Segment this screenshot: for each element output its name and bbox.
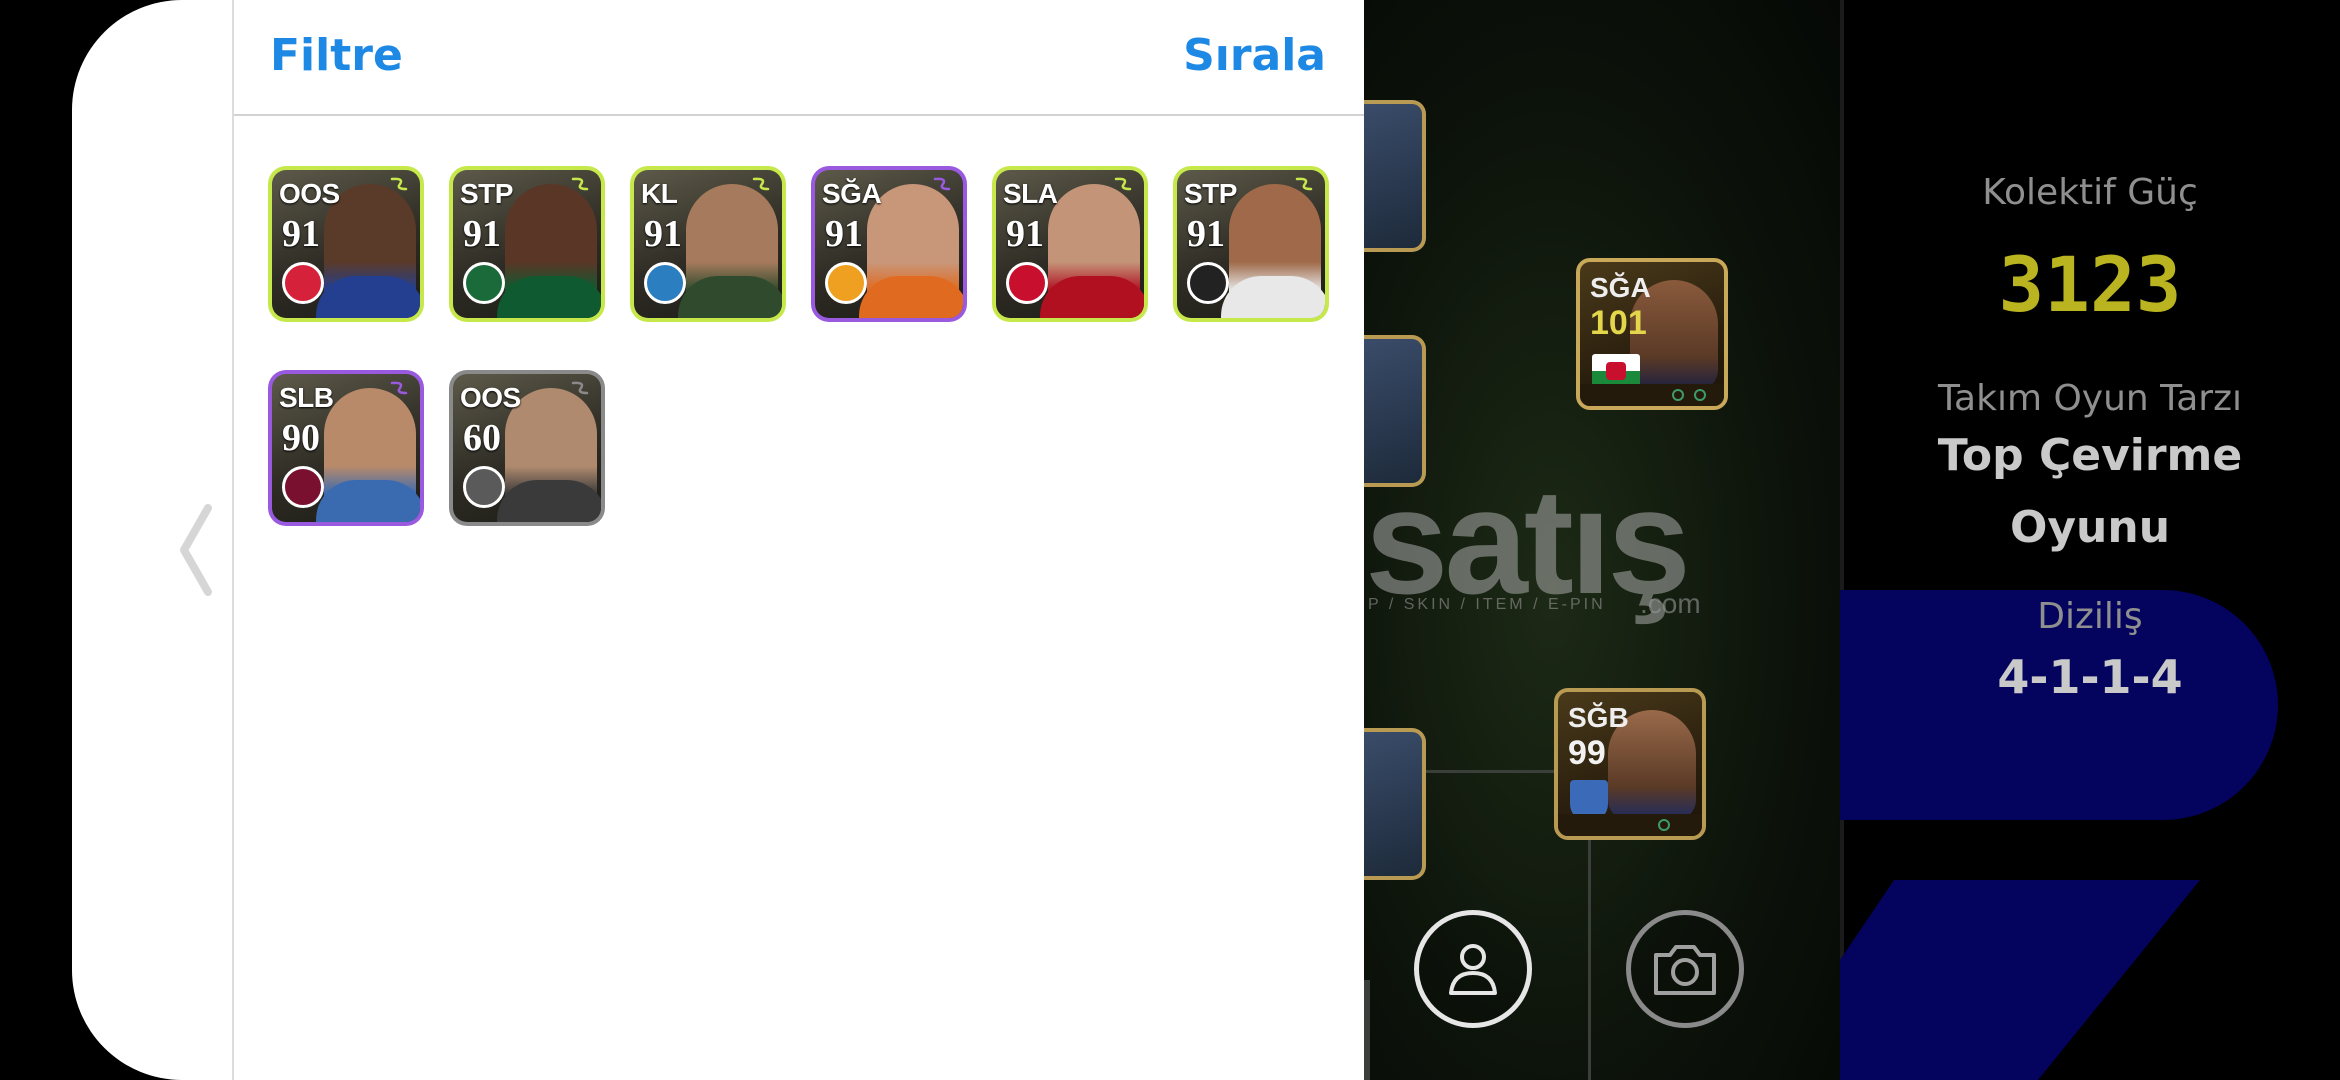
player-card[interactable]: STP 91 bbox=[1173, 166, 1329, 322]
camera-button[interactable] bbox=[1626, 910, 1744, 1028]
card-body: STP 91 bbox=[1177, 170, 1325, 318]
card-position: OOS bbox=[279, 178, 340, 209]
formation-value: 4-1-1-4 bbox=[1997, 650, 2183, 704]
background-player-card[interactable] bbox=[1360, 728, 1426, 880]
background-player-card[interactable]: SĞB 99 bbox=[1554, 688, 1706, 840]
card-rating: 91 bbox=[1187, 213, 1225, 255]
card-position: SĞA bbox=[822, 178, 882, 209]
wales-flag-icon bbox=[1592, 354, 1640, 388]
club-badge-icon bbox=[1187, 262, 1229, 304]
card-position: SĞA bbox=[1590, 272, 1651, 303]
formation-label: Diziliş bbox=[2037, 596, 2143, 637]
card-rating: 60 bbox=[463, 417, 501, 459]
card-position: OOS bbox=[460, 382, 521, 413]
card-position: KL bbox=[641, 178, 678, 209]
player-card[interactable]: OOS 91 bbox=[268, 166, 424, 322]
status-dot-icon bbox=[1672, 389, 1684, 401]
player-card[interactable]: STP 91 bbox=[449, 166, 605, 322]
sheet-toolbar: Filtre Sırala bbox=[234, 0, 1364, 116]
play-style-value-2: Oyunu bbox=[2009, 502, 2171, 553]
team-stats: Kolektif Güç 3123 Takım Oyun Tarzı Top Ç… bbox=[1840, 0, 2340, 1080]
card-body: STP 91 bbox=[453, 170, 601, 318]
screen: SĞA 101 SĞB 99 satış P / SKIN / ITEM / E… bbox=[0, 0, 2340, 1080]
player-card[interactable]: KL 91 bbox=[630, 166, 786, 322]
sheet-divider bbox=[232, 0, 234, 1080]
play-style-label: Takım Oyun Tarzı bbox=[1938, 378, 2242, 419]
collective-value: 3123 bbox=[1998, 240, 2182, 329]
status-dot-icon bbox=[1658, 819, 1670, 831]
player-selection-sheet bbox=[72, 0, 1364, 1080]
card-rating: 91 bbox=[1006, 213, 1044, 255]
player-card[interactable]: SĞA 91 bbox=[811, 166, 967, 322]
camera-icon bbox=[1654, 945, 1716, 995]
player-card[interactable]: SLA 91 bbox=[992, 166, 1148, 322]
club-badge-icon bbox=[644, 262, 686, 304]
club-badge-icon bbox=[463, 262, 505, 304]
card-rating: 91 bbox=[463, 213, 501, 255]
card-rating: 91 bbox=[825, 213, 863, 255]
card-corner-icon bbox=[933, 177, 951, 191]
watermark-subtitle: P / SKIN / ITEM / E-PIN bbox=[1368, 596, 1606, 613]
card-rating: 101 bbox=[1590, 304, 1647, 342]
card-rating: 91 bbox=[282, 213, 320, 255]
status-dot-icon bbox=[1694, 389, 1706, 401]
card-rating: 91 bbox=[644, 213, 682, 255]
card-corner-icon bbox=[752, 177, 770, 191]
card-body: OOS 60 bbox=[453, 374, 601, 522]
filter-button[interactable]: Filtre bbox=[270, 30, 403, 81]
card-corner-icon bbox=[571, 381, 589, 395]
club-badge-icon bbox=[463, 466, 505, 508]
profile-button[interactable] bbox=[1414, 910, 1532, 1028]
card-position: SLB bbox=[279, 382, 334, 413]
collective-label: Kolektif Güç bbox=[1982, 172, 2198, 213]
club-badge-icon bbox=[1006, 262, 1048, 304]
card-body: SLB 90 bbox=[272, 374, 420, 522]
card-corner-icon bbox=[1295, 177, 1313, 191]
club-badge-icon bbox=[825, 262, 867, 304]
background-player-card[interactable]: SĞA 101 bbox=[1576, 258, 1728, 410]
club-badge-icon bbox=[282, 466, 324, 508]
card-corner-icon bbox=[571, 177, 589, 191]
card-position: SLA bbox=[1003, 178, 1058, 209]
player-card[interactable]: SLB 90 bbox=[268, 370, 424, 526]
player-card[interactable]: OOS 60 bbox=[449, 370, 605, 526]
card-corner-icon bbox=[1114, 177, 1132, 191]
card-body: SLA 91 bbox=[996, 170, 1144, 318]
card-rating: 99 bbox=[1568, 734, 1606, 772]
sort-button[interactable]: Sırala bbox=[1183, 30, 1326, 81]
club-badge-icon bbox=[282, 262, 324, 304]
card-body: OOS 91 bbox=[272, 170, 420, 318]
card-body: SĞA 91 bbox=[815, 170, 963, 318]
card-rating: 90 bbox=[282, 417, 320, 459]
card-corner-icon bbox=[390, 381, 408, 395]
card-body: KL 91 bbox=[634, 170, 782, 318]
card-corner-icon bbox=[390, 177, 408, 191]
card-position: SĞB bbox=[1568, 702, 1629, 733]
card-position: STP bbox=[460, 178, 513, 209]
card-footer bbox=[1558, 814, 1702, 836]
watermark-suffix: .com bbox=[1640, 588, 1701, 619]
background-player-card[interactable] bbox=[1360, 100, 1426, 252]
chevron-left-icon[interactable] bbox=[170, 500, 220, 600]
person-icon bbox=[1449, 944, 1497, 995]
card-position: STP bbox=[1184, 178, 1237, 209]
play-style-value: Top Çevirme bbox=[1937, 430, 2243, 481]
